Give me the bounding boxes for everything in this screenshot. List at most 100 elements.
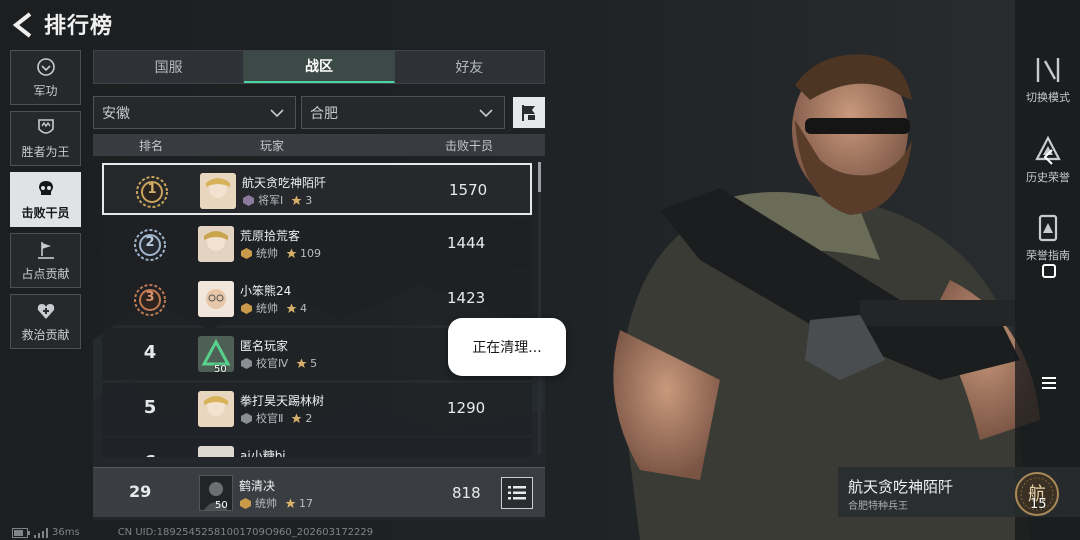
avatar [198,391,234,427]
rank-badge-icon [241,412,252,424]
medical-heart-icon [37,304,54,319]
player-rank-line: 统帅 4 [240,300,307,316]
player-name: 航天贪吃神陌阡 [242,176,327,190]
tab-region[interactable]: 战区 [244,51,395,83]
table-header: 排名 玩家 击败干员 [93,134,545,156]
col-score-header: 击败干员 [445,139,494,153]
my-title: 统帅 [255,497,277,510]
player-title: 校官Ⅱ [256,412,284,425]
my-rank-number: 29 [129,482,152,501]
avatar [200,173,236,209]
table-row[interactable]: 1 航天贪吃神陌阡 将军Ⅰ 3 1570 [102,163,532,215]
star-icon [296,358,307,368]
player-name: 匿名玩家 [240,339,289,353]
nav-label: 击败干员 [21,206,70,220]
battery-icon [12,527,30,538]
province-select[interactable]: 安徽 [93,96,296,129]
toast-message: 正在清理... [448,318,566,376]
player-stars: 5 [310,356,318,370]
nav-label: 军功 [33,84,58,98]
nav-item-capture-contribution[interactable]: 占点贡献 [10,233,81,288]
back-arrow-icon[interactable] [10,10,36,40]
nav-label: 救治贡献 [21,328,70,342]
nav-label: 胜者为王 [21,145,70,159]
leaderboard-list[interactable]: 1 航天贪吃神陌阡 将军Ⅰ 3 1570 2 荒原拾荒客 统帅 109 1444… [93,157,538,457]
list-scrollbar[interactable] [538,162,541,454]
rank-badge-icon [240,497,251,509]
avatar-level: 50 [214,364,227,375]
player-score: 1444 [447,234,486,252]
menu-label: 荣誉指南 [1026,249,1070,262]
honor-guide-icon [1038,214,1058,242]
nav-item-heal-contribution[interactable]: 救治贡献 [10,294,81,349]
rank-number: 6 [130,452,170,457]
city-select[interactable]: 合肥 [301,96,505,129]
player-score: 1290 [447,399,486,417]
list-icon [508,486,526,500]
system-menu-icon[interactable] [1040,374,1058,392]
my-rank-line: 统帅 17 [239,495,313,511]
rank-number: 5 [143,397,157,418]
player-name: 拳打昊天踢林树 [240,394,325,408]
chevron-down-icon [270,109,284,118]
list-scrollbar-thumb[interactable] [538,162,541,192]
page-title: 排行榜 [44,14,114,39]
featured-player-card[interactable]: 航天贪吃神陌阡 合肥特种兵王 航 15 [838,467,1080,517]
rank-number: 4 [143,342,157,363]
my-player-name: 鹤清决 [239,479,276,493]
system-back-icon[interactable] [1040,148,1058,166]
player-stars: 2 [305,411,313,425]
rank-badge-icon [243,194,254,206]
crown-shield-icon [37,119,54,134]
rank-badge-icon [241,247,252,259]
player-name: 荒原拾荒客 [240,229,301,243]
menu-label: 切换模式 [1026,91,1070,104]
uid-text: CN UID:18925452581001709O960_20260317222… [117,527,374,538]
region-flag-button[interactable] [513,97,545,128]
switch-mode-icon [1036,58,1060,82]
player-stars: 3 [305,193,313,207]
star-icon [291,413,302,423]
player-name: 小笨熊24 [240,284,292,298]
featured-player-name: 航天贪吃神陌阡 [848,478,954,496]
avatar-level: 50 [215,500,228,511]
rank-badge-icon [241,357,252,369]
table-row[interactable]: 5 拳打昊天踢林树 校官Ⅱ 2 1290 [102,383,532,435]
medal-shield-icon [36,58,55,76]
rank-list-button[interactable] [501,477,533,509]
table-row[interactable]: 2 荒原拾荒客 统帅 109 1444 [102,218,532,270]
player-stars: 4 [300,301,307,315]
featured-player-title: 合肥特种兵王 [848,501,908,512]
status-bar: 36ms CN UID:18925452581001709O960_202603… [12,527,373,538]
rank-number: 1 [147,182,157,197]
nav-label: 占点贡献 [21,267,70,281]
signal-icon [34,527,48,538]
category-sidebar: 军功 胜者为王 击败干员 占点贡献 救治贡献 [10,50,82,355]
ping-value: 36ms [52,527,80,538]
player-title: 校官Ⅳ [256,357,289,370]
my-stars: 17 [299,496,313,510]
my-score: 818 [452,484,481,502]
table-row[interactable]: 6 ai小糖bi [102,438,532,457]
tab-friends[interactable]: 好友 [395,51,544,83]
honor-guide-button[interactable]: 荣誉指南 [1018,213,1078,263]
player-rank-line: 校官Ⅱ 2 [240,410,312,426]
star-icon [286,248,297,258]
avatar [198,226,234,262]
player-stars: 109 [300,246,321,260]
scope-tabs: 国服 战区 好友 [93,50,545,84]
featured-player-level: 15 [1030,497,1047,512]
nav-item-defeat-operators[interactable]: 击败干员 [10,172,81,227]
skull-icon [38,181,53,195]
player-title: 统帅 [256,247,278,260]
tab-national[interactable]: 国服 [94,51,245,83]
nav-item-military-merit[interactable]: 军功 [10,50,81,105]
avatar [198,446,234,457]
nav-item-winner[interactable]: 胜者为王 [10,111,81,166]
system-home-icon[interactable] [1040,262,1058,280]
switch-mode-button[interactable]: 切换模式 [1018,55,1078,105]
rank-number: 2 [145,235,155,250]
city-value: 合肥 [310,105,338,122]
player-score: 1570 [449,181,488,199]
player-rank-line: 统帅 109 [240,245,321,261]
